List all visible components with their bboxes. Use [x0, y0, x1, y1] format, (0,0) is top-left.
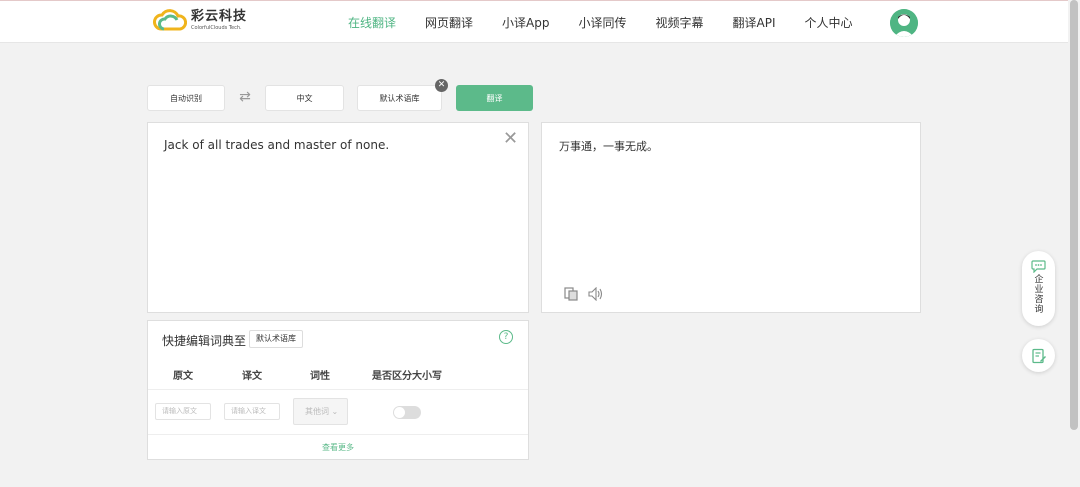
clear-text-icon[interactable]: ✕: [503, 129, 518, 149]
logo-english: ColorfulClouds Tech.: [191, 25, 242, 31]
translation-result: 万事通，一事无成。: [559, 140, 658, 153]
column-part-of-speech: 词性: [310, 371, 330, 382]
source-panel[interactable]: Jack of all trades and master of none. ✕: [147, 122, 529, 313]
main-nav: 在线翻译 网页翻译 小译App 小译同传 视频字幕 翻译API 个人中心: [348, 1, 882, 44]
part-of-speech-select[interactable]: 其他词 ⌄: [293, 398, 348, 425]
nav-simultaneous[interactable]: 小译同传: [578, 14, 626, 31]
avatar-person-icon: [890, 9, 918, 37]
logo-name: 彩云科技: [191, 9, 248, 24]
enterprise-consult-widget[interactable]: 企业咨询: [1022, 251, 1055, 326]
divider: [148, 389, 528, 390]
quick-dictionary-panel: 快捷编辑词典至 默认术语库 ? 原文 译文 词性 是否区分大小写 请输入原文 请…: [147, 320, 529, 460]
view-more-link[interactable]: 查看更多: [148, 442, 528, 453]
nav-web-translate[interactable]: 网页翻译: [425, 14, 473, 31]
dictionary-glossary-tag[interactable]: 默认术语库: [249, 330, 303, 348]
part-of-speech-value: 其他词: [305, 407, 329, 416]
copy-icon[interactable]: [564, 286, 578, 301]
nav-personal-center[interactable]: 个人中心: [805, 14, 853, 31]
case-sensitive-toggle[interactable]: [393, 406, 421, 419]
column-target: 译文: [242, 371, 262, 382]
edit-note-icon: [1032, 348, 1046, 364]
target-term-input[interactable]: 请输入译文: [224, 403, 280, 420]
top-header: 彩云科技 ColorfulClouds Tech. 在线翻译 网页翻译 小译Ap…: [0, 0, 1068, 43]
glossary-select[interactable]: 默认术语库: [357, 85, 442, 111]
source-term-input[interactable]: 请输入原文: [155, 403, 211, 420]
divider: [148, 434, 528, 435]
page-scrollbar[interactable]: [1068, 0, 1080, 487]
column-source: 原文: [173, 371, 193, 382]
help-icon[interactable]: ?: [499, 330, 513, 344]
nav-video-subtitles[interactable]: 视频字幕: [656, 14, 704, 31]
target-language-select[interactable]: 中文: [265, 85, 344, 111]
cloud-logo-icon: [153, 9, 187, 33]
speaker-icon[interactable]: [588, 286, 604, 302]
swap-icon[interactable]: ⇄: [237, 89, 253, 105]
close-icon[interactable]: ✕: [435, 79, 448, 92]
chat-bubble-icon: [1031, 260, 1046, 273]
dictionary-title: 快捷编辑词典至: [162, 334, 247, 348]
scrollbar-thumb[interactable]: [1070, 0, 1078, 430]
nav-app[interactable]: 小译App: [502, 14, 549, 31]
nav-api[interactable]: 翻译API: [733, 14, 776, 31]
translate-button[interactable]: 翻译: [456, 85, 533, 111]
source-language-select[interactable]: 自动识别: [147, 85, 225, 111]
chevron-down-icon: ⌄: [331, 407, 339, 416]
logo[interactable]: 彩云科技 ColorfulClouds Tech.: [153, 9, 247, 33]
user-avatar[interactable]: [890, 9, 918, 37]
target-panel: 万事通，一事无成。: [541, 122, 921, 313]
consult-label: 企业咨询: [1034, 275, 1044, 315]
column-case-sensitive: 是否区分大小写: [372, 371, 442, 382]
feedback-widget[interactable]: [1022, 339, 1055, 372]
nav-online-translate[interactable]: 在线翻译: [348, 14, 396, 31]
source-text[interactable]: Jack of all trades and master of none.: [164, 138, 389, 152]
